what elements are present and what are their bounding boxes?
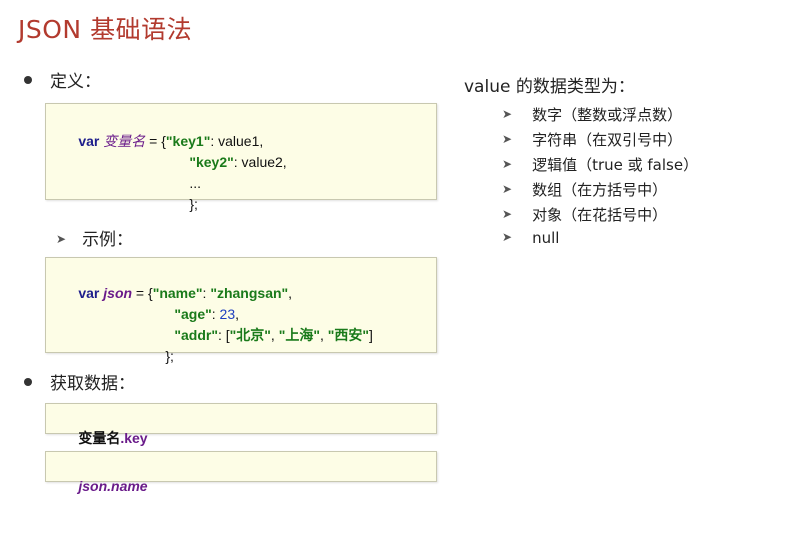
code-var-name: 变量名 [78,430,121,446]
code-value2: : value2, [233,154,287,170]
bullet-definition: 定义： [24,67,101,92]
definition-code-box: var 变量名 = {"key1": value1, "key2": value… [45,103,437,212]
example-code-box: var json = {"name": "zhangsan", "age": 2… [45,257,437,364]
type-item-label: 对象（在花括号中） [532,206,668,224]
type-item-label: 逻辑值（true 或 false） [532,156,699,174]
code-key-access: .key [120,430,148,446]
code-close-bracket: ] [369,327,373,343]
code-addr-item: "上海" [278,327,320,343]
code-eq: = { [145,133,166,149]
type-item: ➤ null [502,229,559,247]
type-item: ➤ 数字（整数或浮点数） [502,104,682,125]
get-data-box-json: json.name [45,451,437,494]
code-json-name: json.name [78,478,148,494]
code-colon-bracket: : [ [217,327,230,343]
code-var-json: json [103,285,133,301]
code-close: }; [189,196,198,212]
code-eq: = { [132,285,153,301]
type-item-label: 字符串（在双引号中） [532,131,683,149]
code-sep: , [270,327,279,343]
code-keyword-var: var [78,133,100,149]
bullet-icon [24,76,32,84]
type-item: ➤ 对象（在花括号中） [502,204,667,225]
type-item: ➤ 字符串（在双引号中） [502,129,682,150]
code-sep: , [319,327,328,343]
slide-title: JSON 基础语法 [18,15,193,44]
type-item-label: 数组（在方括号中） [532,181,668,199]
type-item-label: null [532,229,560,247]
type-item-label: 数字（整数或浮点数） [532,106,683,124]
arrow-icon: ➤ [502,157,513,171]
code-close: }; [165,348,174,364]
arrow-icon: ➤ [56,232,67,246]
definition-label: 定义： [50,72,101,92]
slide: JSON 基础语法 定义： var 变量名 = {"key1": value1,… [0,0,806,538]
code-keyword-var: var [78,285,100,301]
sub-example: ➤ 示例： [56,225,133,250]
code-addr-item: "北京" [229,327,271,343]
arrow-icon: ➤ [502,230,513,244]
arrow-icon: ➤ [502,207,513,221]
code-key-addr: "addr" [174,327,218,343]
type-item: ➤ 数组（在方括号中） [502,179,667,200]
bullet-get-data: 获取数据： [24,369,135,394]
get-data-box-key: 变量名.key [45,403,437,446]
example-label: 示例： [82,230,134,250]
types-heading: value 的数据类型为： [464,77,635,97]
bullet-icon [24,378,32,386]
code-addr-item: "西安" [327,327,370,343]
code-var-name: 变量名 [103,133,146,149]
type-item: ➤ 逻辑值（true 或 false） [502,154,698,175]
get-data-label: 获取数据： [50,374,135,394]
arrow-icon: ➤ [502,182,513,196]
arrow-icon: ➤ [502,107,513,121]
code-comma: , [288,285,293,301]
arrow-icon: ➤ [502,132,513,146]
